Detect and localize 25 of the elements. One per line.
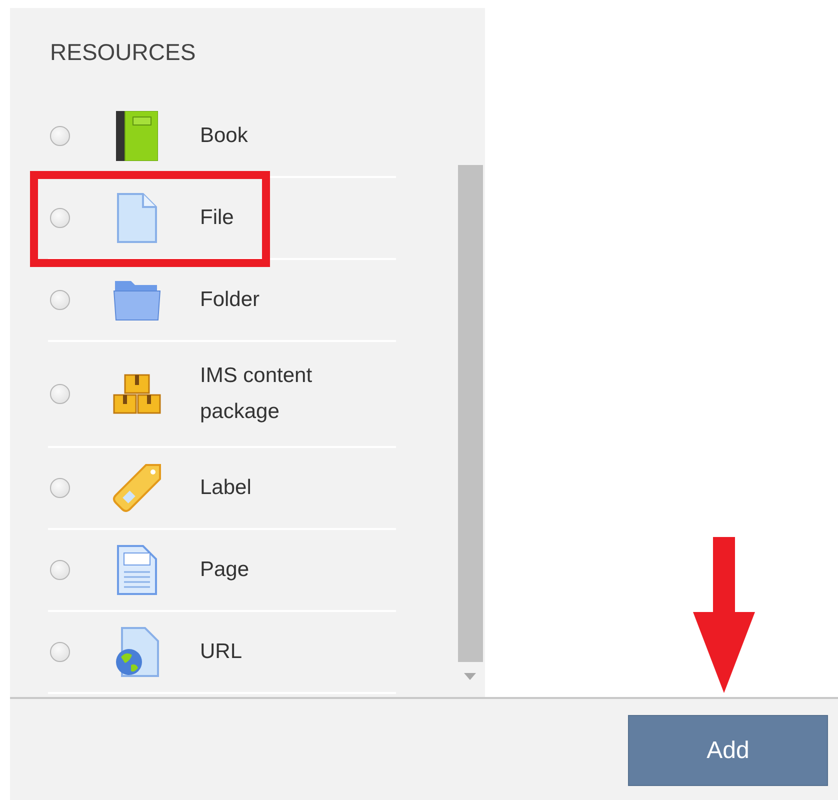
page-icon: [117, 545, 157, 595]
scroll-down-icon[interactable]: [464, 673, 476, 680]
document-icon: [117, 193, 157, 243]
radio-button[interactable]: [50, 126, 70, 146]
scrollbar-thumb[interactable]: [458, 165, 483, 662]
resource-label[interactable]: Page: [200, 552, 350, 588]
book-icon: [116, 111, 158, 161]
resource-label[interactable]: Label: [200, 470, 350, 506]
radio-button[interactable]: [50, 642, 70, 662]
tag-icon: [112, 463, 162, 513]
radio-button[interactable]: [50, 478, 70, 498]
resource-label[interactable]: Folder: [200, 282, 350, 318]
resource-label[interactable]: Book: [200, 118, 350, 154]
resource-label[interactable]: File: [200, 200, 350, 236]
folder-icon: [113, 279, 161, 321]
resource-label[interactable]: URL: [200, 634, 350, 670]
boxes-icon: [113, 373, 161, 415]
radio-button[interactable]: [50, 384, 70, 404]
resource-label[interactable]: IMS content package: [200, 358, 350, 430]
web-page-icon: [114, 627, 160, 677]
radio-button[interactable]: [50, 290, 70, 310]
section-heading: RESOURCES: [50, 40, 197, 67]
add-button[interactable]: Add: [628, 715, 828, 786]
radio-button[interactable]: [50, 208, 70, 228]
radio-button[interactable]: [50, 560, 70, 580]
